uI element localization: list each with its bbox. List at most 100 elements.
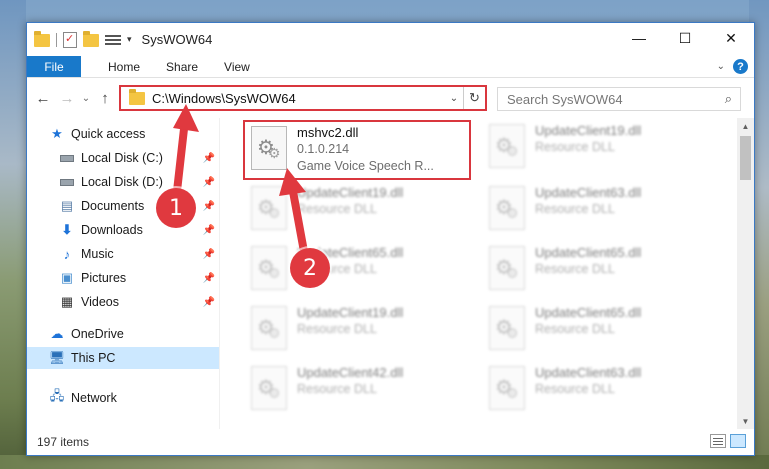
file-tile[interactable]: UpdateClient65.dll Resource DLL <box>483 302 709 362</box>
file-meta: UpdateClient19.dll Resource DLL <box>535 122 641 180</box>
address-bar[interactable]: C:\Windows\SysWOW64 ⌄ ↻ <box>119 85 487 111</box>
ribbon-right-controls: ⌄ ? <box>717 59 748 74</box>
view-switcher <box>710 434 746 448</box>
file-tile[interactable]: UpdateClient42.dll Resource DLL <box>245 362 471 422</box>
nav-item-onedrive[interactable]: ☁ OneDrive <box>27 323 219 345</box>
quick-access-toolbar: ▾ <box>27 31 132 48</box>
file-tile[interactable]: UpdateClient63.dll Resource DLL <box>483 182 709 242</box>
file-tile[interactable]: UpdateClient65.dll Resource DLL <box>245 242 471 302</box>
recent-locations-chevron-icon[interactable]: ⌄ <box>79 93 93 104</box>
toolbar-separator <box>56 32 57 47</box>
properties-icon[interactable] <box>63 31 77 48</box>
file-tile[interactable]: UpdateClient19.dll Resource DLL <box>483 120 709 180</box>
network-icon: 🖧 <box>49 388 65 403</box>
dll-file-icon <box>489 246 525 290</box>
nav-item-label: Downloads <box>81 223 143 237</box>
drive-icon <box>59 174 75 190</box>
dll-file-icon <box>251 366 287 410</box>
minimize-button[interactable]: — <box>616 23 662 53</box>
star-icon: ★ <box>51 126 63 141</box>
customize-toolbar-icon[interactable] <box>105 33 121 47</box>
file-tile[interactable]: UpdateClient19.dll Resource DLL <box>245 182 471 242</box>
back-arrow-icon[interactable]: ← <box>31 90 55 107</box>
dll-file-icon <box>489 306 525 350</box>
file-type: Resource DLL <box>297 322 377 336</box>
scroll-down-icon[interactable]: ▼ <box>737 413 754 429</box>
up-arrow-icon[interactable]: ↑ <box>93 90 117 107</box>
file-tile-highlighted[interactable]: mshvc2.dll 0.1.0.214 Game Voice Speech R… <box>243 120 471 180</box>
nav-item-label: Music <box>81 247 114 261</box>
file-meta: UpdateClient19.dll Resource DLL <box>297 304 403 362</box>
download-icon: ⬇ <box>61 222 73 237</box>
search-input[interactable]: Search SysWOW64 ⌕ <box>497 87 741 111</box>
nav-item-network[interactable]: 🖧 Network <box>27 387 219 409</box>
expand-ribbon-icon[interactable]: ⌄ <box>717 61 725 72</box>
pin-icon: 📌 <box>202 152 215 164</box>
file-meta: UpdateClient65.dll Resource DLL <box>297 244 403 302</box>
tab-home[interactable]: Home <box>95 56 153 77</box>
file-tile[interactable]: UpdateClient63.dll Resource DLL <box>483 362 709 422</box>
title-bar: ▾ SysWOW64 — ☐ ✕ <box>27 23 754 56</box>
folder-icon <box>129 89 145 105</box>
help-icon[interactable]: ? <box>733 59 748 74</box>
desktop-background-left <box>0 0 26 469</box>
scrollbar-thumb[interactable] <box>740 136 751 180</box>
file-type: Resource DLL <box>535 382 615 396</box>
large-icons-view-icon[interactable] <box>730 434 746 448</box>
pictures-icon: ▣ <box>60 270 74 285</box>
vertical-scrollbar[interactable]: ▲ ▼ <box>737 118 754 429</box>
file-tile[interactable]: UpdateClient19.dll Resource DLL <box>245 302 471 362</box>
nav-item-label: OneDrive <box>71 327 124 341</box>
status-bar: 197 items <box>27 429 754 455</box>
window-title: SysWOW64 <box>141 32 213 47</box>
search-icon[interactable]: ⌕ <box>725 91 732 107</box>
scroll-up-icon[interactable]: ▲ <box>737 118 754 134</box>
nav-item-documents[interactable]: ▤ Documents 📌 <box>27 195 219 217</box>
nav-item-pictures[interactable]: ▣ Pictures 📌 <box>27 267 219 289</box>
details-view-icon[interactable] <box>710 434 726 448</box>
search-placeholder: Search SysWOW64 <box>507 91 623 107</box>
dll-file-icon <box>251 306 287 350</box>
main-area: ★ Quick access Local Disk (C:) 📌 Local D… <box>27 118 754 429</box>
file-tile[interactable]: UpdateClient65.dll Resource DLL <box>483 242 709 302</box>
close-button[interactable]: ✕ <box>708 23 754 53</box>
pin-icon: 📌 <box>202 200 215 212</box>
tab-share[interactable]: Share <box>153 56 211 77</box>
nav-item-label: Videos <box>81 295 119 309</box>
nav-item-music[interactable]: ♪ Music 📌 <box>27 243 219 265</box>
address-path[interactable]: C:\Windows\SysWOW64 <box>152 91 445 106</box>
nav-item-local-disk-c[interactable]: Local Disk (C:) 📌 <box>27 147 219 169</box>
desktop-background-bottom <box>0 455 769 469</box>
cloud-icon: ☁ <box>50 326 64 341</box>
file-type: Resource DLL <box>535 262 615 276</box>
nav-item-this-pc[interactable]: 🖥 This PC <box>27 347 219 369</box>
nav-item-quick-access[interactable]: ★ Quick access <box>27 123 219 145</box>
chevron-down-icon[interactable]: ▾ <box>127 34 132 45</box>
window-controls: — ☐ ✕ <box>616 23 754 53</box>
file-meta: UpdateClient65.dll Resource DLL <box>535 244 641 302</box>
nav-item-label: Local Disk (D:) <box>81 175 163 189</box>
maximize-button[interactable]: ☐ <box>662 23 708 53</box>
address-dropdown-icon[interactable]: ⌄ <box>445 93 463 104</box>
dll-file-icon <box>489 186 525 230</box>
nav-item-videos[interactable]: ▦ Videos 📌 <box>27 291 219 313</box>
tab-view[interactable]: View <box>211 56 263 77</box>
file-name: UpdateClient63.dll <box>535 365 642 380</box>
file-name: UpdateClient19.dll <box>297 305 404 320</box>
tab-file[interactable]: File <box>27 56 81 77</box>
file-type: Resource DLL <box>535 140 615 154</box>
file-version: 0.1.0.214 <box>297 142 350 156</box>
new-folder-icon[interactable] <box>83 31 99 47</box>
file-name: UpdateClient42.dll <box>297 365 404 380</box>
nav-item-local-disk-d[interactable]: Local Disk (D:) 📌 <box>27 171 219 193</box>
dll-file-icon <box>251 246 287 290</box>
nav-item-label: Documents <box>81 199 145 213</box>
refresh-icon[interactable]: ↻ <box>463 87 485 109</box>
nav-item-downloads[interactable]: ⬇ Downloads 📌 <box>27 219 219 241</box>
dll-file-icon <box>489 124 525 168</box>
pane-divider <box>219 118 220 429</box>
drive-icon <box>59 150 75 166</box>
nav-item-label: Pictures <box>81 271 127 285</box>
file-name: mshvc2.dll <box>297 125 359 140</box>
forward-arrow-icon[interactable]: → <box>55 90 79 107</box>
